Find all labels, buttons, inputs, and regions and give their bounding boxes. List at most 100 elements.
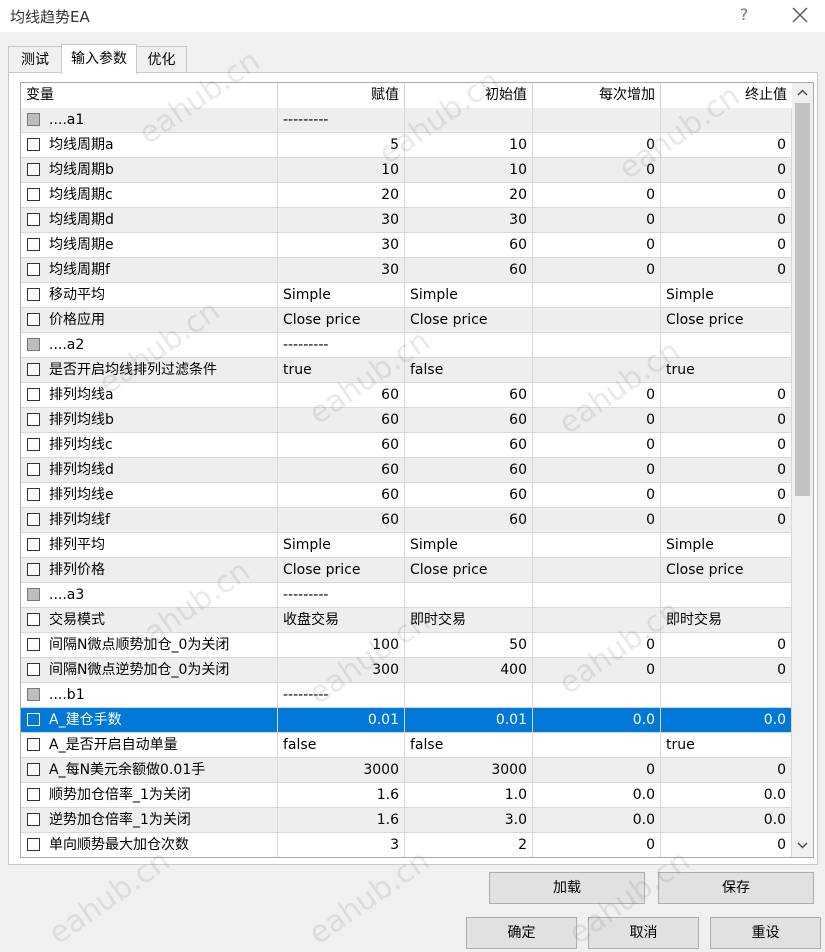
step-cell[interactable] bbox=[533, 333, 661, 357]
start-cell[interactable]: 即时交易 bbox=[405, 608, 533, 632]
step-cell[interactable] bbox=[533, 533, 661, 557]
value-cell[interactable]: 10 bbox=[278, 158, 405, 182]
value-cell[interactable]: 20 bbox=[278, 183, 405, 207]
table-row[interactable]: 排列均线f 60 60 0 0 bbox=[21, 508, 792, 533]
stop-cell[interactable]: Close price bbox=[661, 308, 792, 332]
table-row[interactable]: 间隔N微点顺势加仓_0为关闭 100 50 0 0 bbox=[21, 633, 792, 658]
vertical-scrollbar[interactable] bbox=[792, 83, 813, 857]
stop-cell[interactable]: 0 bbox=[661, 383, 792, 407]
table-row[interactable]: A_每N美元余额做0.01手 3000 3000 0 0 bbox=[21, 758, 792, 783]
table-row[interactable]: 均线周期d 30 30 0 0 bbox=[21, 208, 792, 233]
value-cell[interactable]: Simple bbox=[278, 533, 405, 557]
step-cell[interactable] bbox=[533, 683, 661, 707]
value-cell[interactable]: 收盘交易 bbox=[278, 608, 405, 632]
scroll-down-icon[interactable] bbox=[796, 839, 809, 851]
table-row[interactable]: 单向顺势最大加仓次数 3 2 0 0 bbox=[21, 833, 792, 857]
step-cell[interactable]: 0 bbox=[533, 208, 661, 232]
start-cell[interactable] bbox=[405, 108, 533, 132]
table-row[interactable]: 移动平均 Simple Simple Simple bbox=[21, 283, 792, 308]
start-cell[interactable]: 50 bbox=[405, 633, 533, 657]
table-row[interactable]: 交易模式 收盘交易 即时交易 即时交易 bbox=[21, 608, 792, 633]
stop-cell[interactable]: 0 bbox=[661, 508, 792, 532]
stop-cell[interactable]: 0 bbox=[661, 633, 792, 657]
stop-cell[interactable]: 0 bbox=[661, 158, 792, 182]
start-cell[interactable]: 0.01 bbox=[405, 708, 533, 732]
step-cell[interactable]: 0 bbox=[533, 658, 661, 682]
scroll-up-icon[interactable] bbox=[796, 87, 809, 99]
tab-test[interactable]: 测试 bbox=[8, 46, 62, 72]
table-row[interactable]: 排列均线a 60 60 0 0 bbox=[21, 383, 792, 408]
value-cell[interactable]: 1.6 bbox=[278, 783, 405, 807]
start-cell[interactable]: 60 bbox=[405, 508, 533, 532]
table-row[interactable]: 是否开启均线排列过滤条件 true false true bbox=[21, 358, 792, 383]
value-cell[interactable]: false bbox=[278, 733, 405, 757]
stop-cell[interactable]: 0 bbox=[661, 458, 792, 482]
stop-cell[interactable]: 0 bbox=[661, 133, 792, 157]
stop-cell[interactable]: 0 bbox=[661, 483, 792, 507]
table-row[interactable]: 排列平均 Simple Simple Simple bbox=[21, 533, 792, 558]
start-cell[interactable]: false bbox=[405, 358, 533, 382]
table-row[interactable]: 均线周期b 10 10 0 0 bbox=[21, 158, 792, 183]
step-cell[interactable] bbox=[533, 108, 661, 132]
step-cell[interactable]: 0.0 bbox=[533, 783, 661, 807]
value-cell[interactable]: 0.01 bbox=[278, 708, 405, 732]
value-cell[interactable]: 60 bbox=[278, 408, 405, 432]
stop-cell[interactable]: true bbox=[661, 733, 792, 757]
value-cell[interactable]: 30 bbox=[278, 258, 405, 282]
reset-button[interactable]: 重设 bbox=[710, 917, 821, 949]
stop-cell[interactable]: 0 bbox=[661, 183, 792, 207]
step-cell[interactable]: 0.0 bbox=[533, 708, 661, 732]
stop-cell[interactable]: 0 bbox=[661, 433, 792, 457]
stop-cell[interactable]: 0 bbox=[661, 658, 792, 682]
start-cell[interactable]: 60 bbox=[405, 408, 533, 432]
stop-cell[interactable]: 0.0 bbox=[661, 808, 792, 832]
column-header-variable[interactable]: 变量 bbox=[21, 83, 278, 108]
value-cell[interactable]: 300 bbox=[278, 658, 405, 682]
table-row[interactable]: 排列价格 Close price Close price Close price bbox=[21, 558, 792, 583]
step-cell[interactable]: 0 bbox=[533, 433, 661, 457]
stop-cell[interactable]: 0 bbox=[661, 833, 792, 857]
start-cell[interactable]: 400 bbox=[405, 658, 533, 682]
step-cell[interactable] bbox=[533, 608, 661, 632]
close-icon[interactable] bbox=[788, 3, 812, 27]
step-cell[interactable] bbox=[533, 308, 661, 332]
stop-cell[interactable]: 0 bbox=[661, 258, 792, 282]
step-cell[interactable]: 0 bbox=[533, 758, 661, 782]
stop-cell[interactable]: 0 bbox=[661, 408, 792, 432]
step-cell[interactable]: 0 bbox=[533, 258, 661, 282]
step-cell[interactable]: 0 bbox=[533, 483, 661, 507]
table-row[interactable]: 排列均线e 60 60 0 0 bbox=[21, 483, 792, 508]
table-row[interactable]: A_建仓手数 0.01 0.01 0.0 0.0 bbox=[21, 708, 792, 733]
start-cell[interactable]: 3.0 bbox=[405, 808, 533, 832]
stop-cell[interactable]: Close price bbox=[661, 558, 792, 582]
start-cell[interactable]: 3000 bbox=[405, 758, 533, 782]
value-cell[interactable]: 60 bbox=[278, 383, 405, 407]
save-button[interactable]: 保存 bbox=[658, 872, 814, 904]
value-cell[interactable]: 3000 bbox=[278, 758, 405, 782]
table-row[interactable]: A_是否开启自动单量 false false true bbox=[21, 733, 792, 758]
column-header-stop[interactable]: 终止值 bbox=[661, 83, 792, 108]
value-cell[interactable]: 60 bbox=[278, 508, 405, 532]
stop-cell[interactable] bbox=[661, 583, 792, 607]
start-cell[interactable]: false bbox=[405, 733, 533, 757]
start-cell[interactable]: Close price bbox=[405, 558, 533, 582]
value-cell[interactable]: 3 bbox=[278, 833, 405, 857]
start-cell[interactable]: 20 bbox=[405, 183, 533, 207]
step-cell[interactable] bbox=[533, 283, 661, 307]
stop-cell[interactable]: 0.0 bbox=[661, 783, 792, 807]
start-cell[interactable] bbox=[405, 333, 533, 357]
value-cell[interactable]: 60 bbox=[278, 433, 405, 457]
stop-cell[interactable]: 0.0 bbox=[661, 708, 792, 732]
table-row[interactable]: 排列均线d 60 60 0 0 bbox=[21, 458, 792, 483]
step-cell[interactable]: 0 bbox=[533, 158, 661, 182]
step-cell[interactable] bbox=[533, 558, 661, 582]
table-row[interactable]: 均线周期e 30 60 0 0 bbox=[21, 233, 792, 258]
value-cell[interactable]: Close price bbox=[278, 308, 405, 332]
load-button[interactable]: 加载 bbox=[489, 872, 645, 904]
stop-cell[interactable]: 0 bbox=[661, 208, 792, 232]
start-cell[interactable]: 10 bbox=[405, 133, 533, 157]
stop-cell[interactable]: 即时交易 bbox=[661, 608, 792, 632]
value-cell[interactable]: 1.6 bbox=[278, 808, 405, 832]
start-cell[interactable]: 30 bbox=[405, 208, 533, 232]
value-cell[interactable]: 30 bbox=[278, 233, 405, 257]
